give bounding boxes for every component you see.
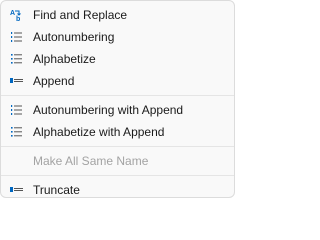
menu-item-autonumbering[interactable]: Autonumbering [5, 26, 230, 48]
menu-item-find-and-replace[interactable]: A b Find and Replace [5, 4, 230, 26]
context-menu: A b Find and Replace Autonumbering Alpha… [0, 0, 235, 198]
menu-item-truncate[interactable]: Truncate [5, 179, 230, 201]
menu-item-alphabetize-with-append[interactable]: Alphabetize with Append [5, 121, 230, 143]
menu-item-label: Make All Same Name [33, 154, 149, 168]
svg-text:A: A [10, 10, 15, 17]
menu-separator [1, 95, 234, 96]
truncate-icon [9, 183, 25, 197]
menu-item-label: Truncate [33, 183, 80, 197]
menu-item-make-all-same-name: Make All Same Name [5, 150, 230, 172]
menu-separator [1, 175, 234, 176]
menu-item-autonumbering-with-append[interactable]: Autonumbering with Append [5, 99, 230, 121]
menu-item-label: Alphabetize with Append [33, 125, 165, 139]
alphabetize-icon [9, 52, 25, 66]
menu-item-label: Alphabetize [33, 52, 96, 66]
menu-item-label: Find and Replace [33, 8, 128, 22]
menu-separator [1, 146, 234, 147]
menu-item-alphabetize[interactable]: Alphabetize [5, 48, 230, 70]
append-icon [9, 74, 25, 88]
svg-text:b: b [16, 16, 20, 22]
numbered-list-icon [9, 103, 25, 117]
menu-item-label: Append [33, 74, 75, 88]
alphabetize-icon [9, 125, 25, 139]
menu-item-append[interactable]: Append [5, 70, 230, 92]
numbered-list-icon [9, 30, 25, 44]
menu-item-label: Autonumbering with Append [33, 103, 184, 117]
menu-item-label: Autonumbering [33, 30, 115, 44]
find-replace-icon: A b [9, 8, 25, 22]
